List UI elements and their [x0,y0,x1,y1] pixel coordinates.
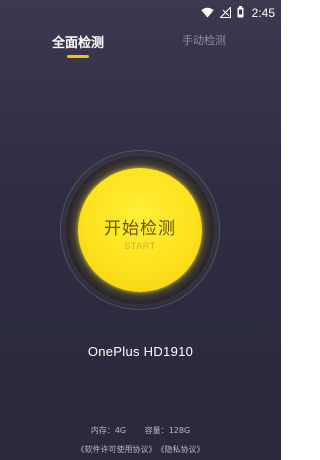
tab-full-detection[interactable]: 全面检测 [52,32,104,51]
storage-spec: 容量：128G [145,426,190,435]
start-button-subtitle: START [124,241,156,251]
ram-spec: 内存：4G [91,426,126,435]
status-bar: 2:45 [0,0,281,20]
status-time: 2:45 [251,5,275,20]
privacy-agreement-link[interactable]: 《隐私协议》 [161,445,205,454]
start-button-title: 开始检测 [104,219,176,239]
tab-bar: 全面检测 手动检测 [0,28,281,68]
device-specs: 内存：4G 容量：128G [0,425,281,436]
storage-label: 容量： [144,426,169,435]
device-model: OnePlus HD1910 [87,344,194,359]
status-icons: 2:45 [200,3,275,22]
ram-label: 内存： [90,426,115,435]
wifi-icon [200,3,214,22]
battery-icon [237,3,244,22]
start-detection-button[interactable]: 开始检测 START [78,168,202,292]
detection-screen: 2:45 全面检测 手动检测 开始检测 START OnePlus HD1910… [0,0,281,460]
ram-value: 4G [114,426,127,435]
active-tab-indicator [67,55,89,58]
footer-links: 《软件许可使用协议》 《隐私协议》 [0,444,281,455]
signal-off-icon [218,3,231,22]
storage-value: 128G [168,426,191,435]
license-agreement-link[interactable]: 《软件许可使用协议》 [77,445,157,454]
tab-manual-detection[interactable]: 手动检测 [182,32,226,48]
